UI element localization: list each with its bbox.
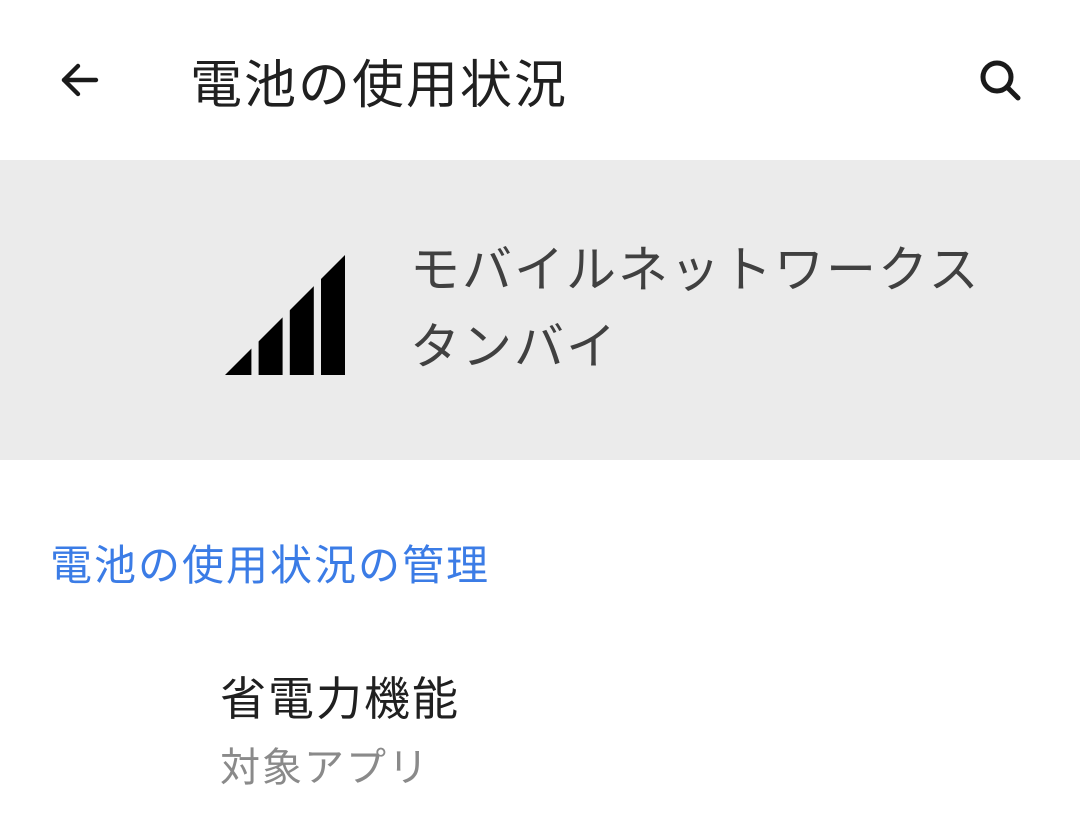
app-name: モバイルネットワークスタンバイ — [410, 233, 1030, 388]
section-header: 電池の使用状況の管理 — [0, 460, 1080, 633]
back-button[interactable] — [50, 50, 110, 110]
app-info-card: モバイルネットワークスタンバイ — [0, 160, 1080, 460]
search-button[interactable] — [970, 50, 1030, 110]
arrow-back-icon — [56, 56, 104, 104]
page-title: 電池の使用状況 — [190, 43, 970, 118]
search-icon — [976, 56, 1024, 104]
section-title: 電池の使用状況の管理 — [50, 532, 1030, 593]
list-item-subtitle: 対象アプリ — [220, 735, 1030, 793]
list-item-title: 省電力機能 — [220, 663, 1030, 729]
app-header: 電池の使用状況 — [0, 0, 1080, 160]
list-item-power-saving[interactable]: 省電力機能 対象アプリ — [0, 633, 1080, 823]
signal-bars-icon — [220, 245, 350, 375]
